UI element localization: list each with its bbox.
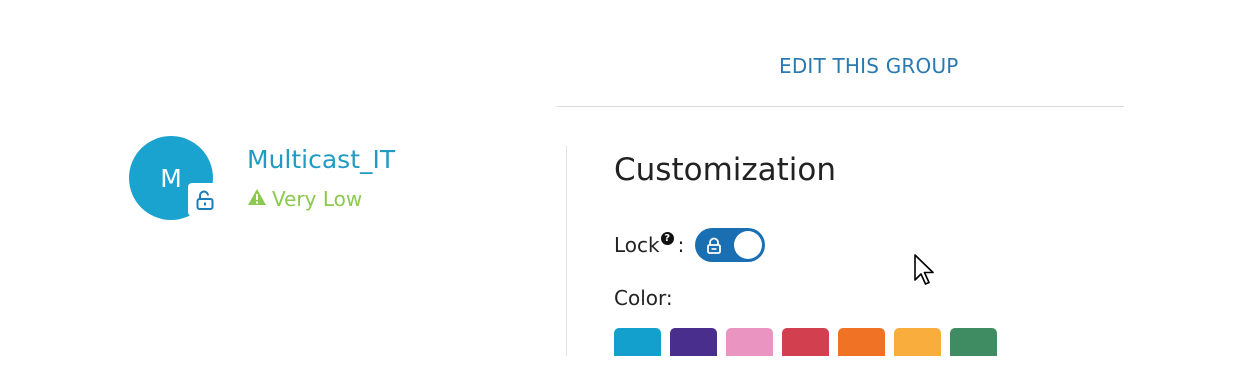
color-label: Color:: [614, 286, 673, 310]
lock-label: Lock: [614, 233, 660, 257]
help-icon[interactable]: ?: [660, 231, 674, 245]
group-name[interactable]: Multicast_IT: [247, 145, 395, 174]
panel-divider: [566, 146, 567, 356]
warning-triangle-icon: [247, 187, 267, 211]
color-swatch-6[interactable]: [894, 328, 941, 356]
color-swatch-2[interactable]: [670, 328, 717, 356]
risk-level-label: Very Low: [272, 187, 363, 211]
color-swatch-7[interactable]: [950, 328, 997, 356]
color-label-text: Color: [614, 286, 666, 310]
color-swatch-5[interactable]: [838, 328, 885, 356]
color-swatch-3[interactable]: [726, 328, 773, 356]
header-divider: [557, 106, 1124, 107]
color-swatches: [614, 328, 997, 356]
lock-toggle[interactable]: [695, 228, 766, 262]
avatar-letter: M: [160, 163, 182, 193]
lock-colon: :: [677, 233, 685, 257]
mouse-cursor-icon: [913, 253, 937, 291]
unlock-icon[interactable]: [188, 183, 221, 216]
color-swatch-1[interactable]: [614, 328, 661, 356]
edit-group-link[interactable]: EDIT THIS GROUP: [779, 54, 959, 78]
color-colon: :: [665, 286, 673, 310]
risk-level: Very Low: [247, 187, 362, 211]
customization-title: Customization: [614, 152, 837, 188]
lock-icon: [706, 236, 722, 260]
lock-row: Lock ? :: [614, 228, 766, 262]
toggle-knob: [734, 231, 763, 259]
color-swatch-4[interactable]: [782, 328, 829, 356]
